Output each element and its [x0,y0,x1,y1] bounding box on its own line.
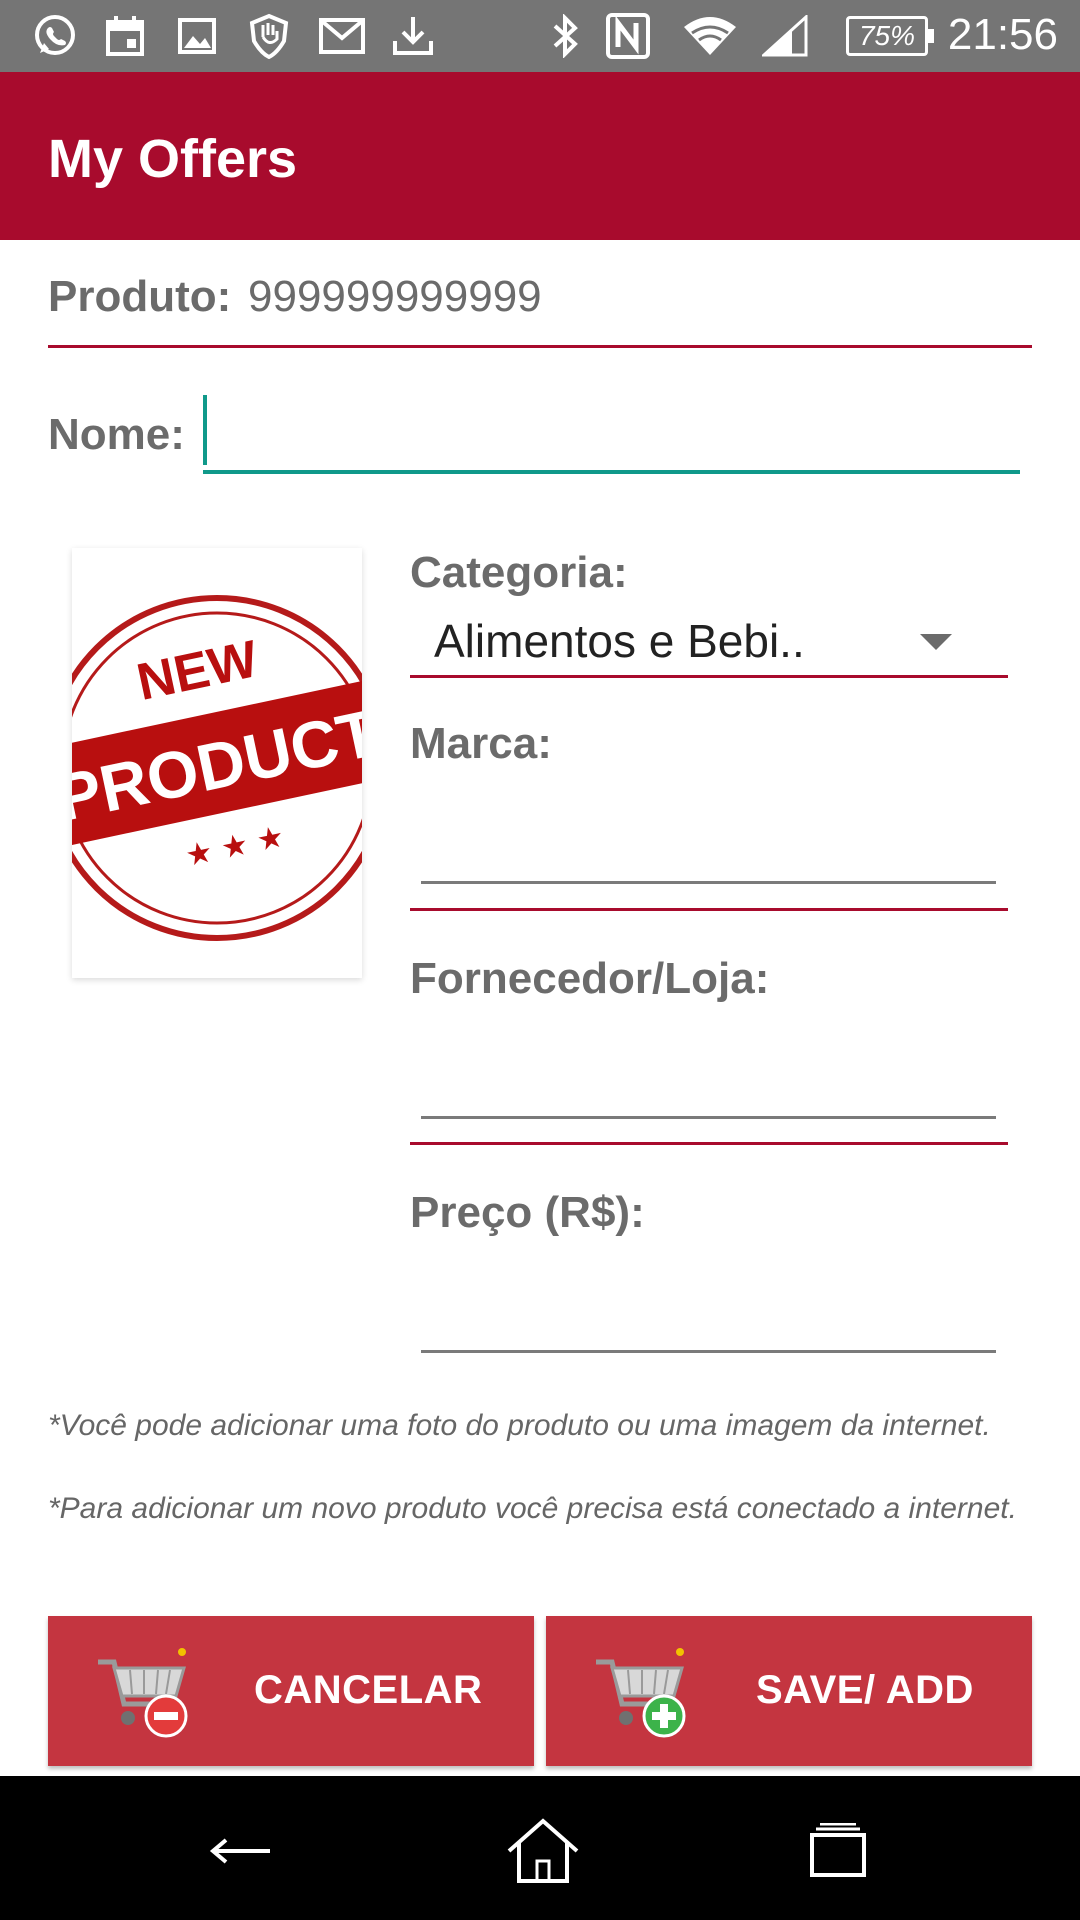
product-image[interactable]: NEW PRODUCT ★ ★ ★ [72,548,362,978]
produto-underline [48,345,1032,348]
stamp-stars: ★ ★ ★ [182,819,287,874]
signal-icon [760,12,810,60]
gmail-icon [318,12,366,60]
marca-input[interactable] [421,810,996,880]
app-bar: My Offers [0,72,1080,240]
download-icon [390,12,436,60]
battery-indicator: 75% [846,16,934,56]
categoria-label: Categoria: [410,548,628,597]
whatsapp-icon [30,12,80,60]
note-internet: *Para adicionar um novo produto você pre… [48,1492,1017,1525]
marca-input-underline [421,881,996,884]
categoria-spinner[interactable]: Alimentos e Bebi.. [434,614,805,668]
calendar-icon [102,12,148,60]
preco-label: Preço (R$): [410,1188,645,1237]
fornecedor-label: Fornecedor/Loja: [410,954,770,1003]
home-icon[interactable] [493,1806,593,1896]
status-bar: 75% 21:56 [0,0,1080,72]
stamp-new-text: NEW [132,630,264,712]
shield-hand-icon [244,12,294,60]
fornecedor-underline [410,1142,1008,1145]
navigation-bar [0,1776,1080,1920]
produto-label: Produto: [48,272,232,321]
fornecedor-input[interactable] [421,1045,996,1115]
cancel-button-label: CANCELAR [254,1668,483,1712]
bluetooth-icon [548,12,582,60]
note-photo: *Você pode adicionar uma foto do produto… [48,1409,991,1442]
produto-value: 999999999999 [248,272,542,321]
status-time: 21:56 [947,10,1058,59]
preco-input[interactable] [421,1279,996,1349]
nome-input[interactable] [203,392,1020,474]
save-add-button[interactable]: SAVE/ ADD [546,1616,1032,1766]
back-icon[interactable] [190,1806,290,1896]
fornecedor-input-underline [421,1116,996,1119]
recents-icon[interactable] [788,1806,888,1896]
preco-input-underline [421,1350,996,1353]
nome-label: Nome: [48,410,185,459]
save-add-button-label: SAVE/ ADD [756,1668,974,1712]
categoria-underline [410,675,1008,678]
wifi-icon [680,12,740,60]
chevron-down-icon[interactable] [920,634,952,650]
text-cursor [203,395,207,465]
cancel-button[interactable]: CANCELAR [48,1616,534,1766]
nfc-icon [604,12,652,60]
image-icon [174,12,220,60]
marca-label: Marca: [410,719,552,768]
page-title: My Offers [48,129,298,189]
cart-add-icon [596,1648,686,1738]
marca-underline [410,908,1008,911]
cart-remove-icon [98,1648,188,1738]
